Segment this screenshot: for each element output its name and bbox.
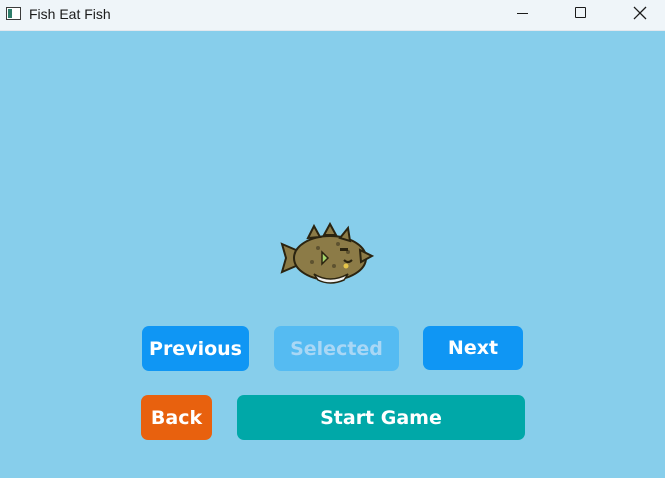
pufferfish-icon <box>280 222 374 284</box>
minimize-button[interactable] <box>500 0 546 31</box>
app-window-icon <box>6 7 21 20</box>
next-button[interactable]: Next <box>423 326 523 370</box>
maximize-button[interactable] <box>557 0 603 31</box>
previous-button[interactable]: Previous <box>142 326 249 371</box>
maximize-icon <box>575 7 586 18</box>
close-icon <box>633 6 647 20</box>
title-bar: Fish Eat Fish <box>0 0 665 31</box>
close-button[interactable] <box>617 0 663 31</box>
minimize-icon <box>517 13 528 14</box>
window-title: Fish Eat Fish <box>29 6 111 22</box>
start-game-button[interactable]: Start Game <box>237 395 525 440</box>
back-button[interactable]: Back <box>141 395 212 440</box>
selected-button: Selected <box>274 326 399 371</box>
